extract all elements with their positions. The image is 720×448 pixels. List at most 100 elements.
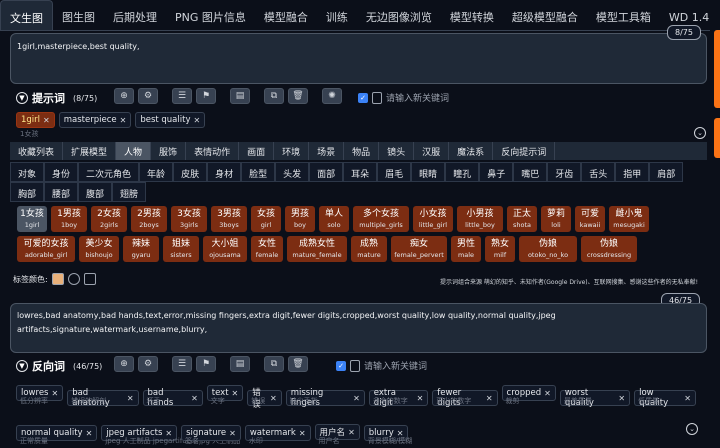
settings-icon[interactable]: ⚙ <box>138 356 158 372</box>
category-tab[interactable]: 人物 <box>116 142 152 160</box>
remove-tag-icon[interactable]: ✕ <box>43 116 50 125</box>
word-button[interactable]: 单人 solo <box>319 206 349 232</box>
word-button[interactable]: 1女孩 1girl <box>17 206 47 232</box>
subcategory-item[interactable]: 耳朵 <box>343 162 378 182</box>
word-button[interactable]: 萝莉 loli <box>541 206 571 232</box>
word-button[interactable]: 成熟 mature <box>351 236 387 262</box>
category-tab[interactable]: 扩展模型 <box>63 142 117 160</box>
tab-0[interactable]: 文生图 <box>0 0 53 30</box>
prompt-textarea[interactable]: 1girl,masterpiece,best quality, <box>10 33 707 84</box>
remove-tag-icon[interactable]: ✕ <box>86 429 93 438</box>
category-tab[interactable]: 收藏列表 <box>10 142 64 160</box>
remove-tag-icon[interactable]: ✕ <box>193 116 200 125</box>
word-button[interactable]: 可爱 kawaii <box>575 206 605 232</box>
generate-button-edge[interactable] <box>714 30 720 108</box>
category-tab[interactable]: 表情动作 <box>186 142 240 160</box>
word-button[interactable]: 大小姐 ojousama <box>203 236 247 262</box>
subcategory-item[interactable]: 翅膀 <box>112 182 147 202</box>
tab-3[interactable]: PNG 图片信息 <box>166 0 255 30</box>
word-button[interactable]: 成熟女性 mature_female <box>287 236 347 262</box>
remove-tag-icon[interactable]: ✕ <box>417 394 424 403</box>
word-button[interactable]: 多个女孩 multiple_girls <box>353 206 409 232</box>
subcategory-item[interactable]: 面部 <box>309 162 344 182</box>
word-button[interactable]: 小女孩 little_girl <box>413 206 453 232</box>
input-icon[interactable]: ▤ <box>230 88 250 104</box>
subcategory-item[interactable]: 嘴巴 <box>513 162 548 182</box>
subcategory-item[interactable]: 腹部 <box>78 182 113 202</box>
side-button-edge[interactable] <box>714 118 720 158</box>
category-tab[interactable]: 镜头 <box>379 142 415 160</box>
tab-9[interactable]: 模型工具箱 <box>587 0 660 30</box>
subcategory-item[interactable]: 眉毛 <box>377 162 412 182</box>
tab-8[interactable]: 超级模型融合 <box>503 0 587 30</box>
delete-icon[interactable]: 🗑 <box>288 356 308 372</box>
favorite-list-icon[interactable]: ☰ <box>172 88 192 104</box>
word-button[interactable]: 3男孩 3boys <box>211 206 247 232</box>
category-tab[interactable]: 反向提示词 <box>493 142 556 160</box>
remove-tag-icon[interactable]: ✕ <box>348 428 355 437</box>
remove-tag-icon[interactable]: ✕ <box>618 394 625 403</box>
favorite-list-icon[interactable]: ☰ <box>172 356 192 372</box>
word-button[interactable]: 女孩 girl <box>251 206 281 232</box>
tab-2[interactable]: 后期处理 <box>104 0 166 30</box>
prompt-tag[interactable]: masterpiece ✕ <box>58 112 132 128</box>
category-tab[interactable]: 环境 <box>274 142 310 160</box>
remove-tag-icon[interactable]: ✕ <box>191 394 198 403</box>
subcategory-item[interactable]: 鼻子 <box>479 162 514 182</box>
negative-new-keyword-input[interactable]: ✓ 请输入新关键词 <box>336 359 427 372</box>
input-icon[interactable]: ▤ <box>230 356 250 372</box>
remove-tag-icon[interactable]: ✕ <box>232 389 239 398</box>
word-button[interactable]: 2女孩 2girls <box>91 206 127 232</box>
tab-7[interactable]: 模型转换 <box>441 0 503 30</box>
remove-tag-icon[interactable]: ✕ <box>120 116 127 125</box>
color-swatch[interactable] <box>51 273 64 285</box>
settings-icon[interactable]: ⚙ <box>138 88 158 104</box>
remove-tag-icon[interactable]: ✕ <box>229 429 236 438</box>
category-tab[interactable]: 场景 <box>309 142 345 160</box>
subcategory-item[interactable]: 皮肤 <box>173 162 208 182</box>
word-button[interactable]: 姐妹 sisters <box>163 236 199 262</box>
subcategory-item[interactable]: 身材 <box>207 162 242 182</box>
word-button[interactable]: 男孩 boy <box>285 206 315 232</box>
subcategory-item[interactable]: 对象 <box>10 162 45 182</box>
negative-section-header[interactable]: ▼ 反向词 (46/75) <box>16 358 102 374</box>
checkbox-icon[interactable]: ✓ <box>358 92 368 103</box>
subcategory-item[interactable]: 二次元角色 <box>78 162 140 182</box>
remove-tag-icon[interactable]: ✕ <box>684 394 691 403</box>
negative-textarea[interactable]: lowres,bad anatomy,bad hands,text,error,… <box>10 303 707 353</box>
word-button[interactable]: 雌小鬼 mesugaki <box>609 206 649 232</box>
category-tab[interactable]: 物品 <box>344 142 380 160</box>
expand-chevron-icon[interactable]: ⌄ <box>694 127 706 139</box>
remove-tag-icon[interactable]: ✕ <box>299 429 306 438</box>
word-button[interactable]: 正太 shota <box>507 206 537 232</box>
subcategory-item[interactable]: 胸部 <box>10 182 45 202</box>
word-button[interactable]: 美少女 bishoujo <box>79 236 119 262</box>
word-button[interactable]: 女性 female <box>251 236 283 262</box>
bookmark-icon[interactable]: ⚑ <box>196 88 216 104</box>
refresh-icon[interactable] <box>67 273 80 285</box>
tab-6[interactable]: 无边图像浏览 <box>357 0 441 30</box>
category-tab[interactable]: 魔法系 <box>449 142 494 160</box>
expand-chevron-icon[interactable]: ⌄ <box>686 423 698 435</box>
prompt-tag[interactable]: 1girl ✕ <box>16 112 55 128</box>
remove-tag-icon[interactable]: ✕ <box>353 394 360 403</box>
word-button[interactable]: 熟女 milf <box>485 236 515 262</box>
word-button[interactable]: 辣妹 gyaru <box>123 236 159 262</box>
translate-icon[interactable]: ⊕ <box>114 88 134 104</box>
word-button[interactable]: 1男孩 1boy <box>51 206 87 232</box>
category-tab[interactable]: 汉服 <box>414 142 450 160</box>
prompt-section-header[interactable]: ▼ 提示词 (8/75) <box>16 90 97 106</box>
new-keyword-input[interactable]: ✓ 请输入新关键词 <box>358 91 449 104</box>
subcategory-item[interactable]: 头发 <box>275 162 310 182</box>
subcategory-item[interactable]: 瞳孔 <box>445 162 480 182</box>
palette-icon[interactable] <box>83 273 96 285</box>
subcategory-item[interactable]: 舌头 <box>581 162 616 182</box>
subcategory-item[interactable]: 牙齿 <box>547 162 582 182</box>
prompt-tag[interactable]: best quality ✕ <box>135 112 206 128</box>
copy-icon[interactable]: ⧉ <box>264 356 284 372</box>
collapse-icon[interactable]: ▼ <box>16 92 28 104</box>
word-button[interactable]: 伪娘 otoko_no_ko <box>519 236 577 262</box>
translate-icon[interactable]: ⊕ <box>114 356 134 372</box>
subcategory-item[interactable]: 腰部 <box>44 182 79 202</box>
remove-tag-icon[interactable]: ✕ <box>127 394 134 403</box>
